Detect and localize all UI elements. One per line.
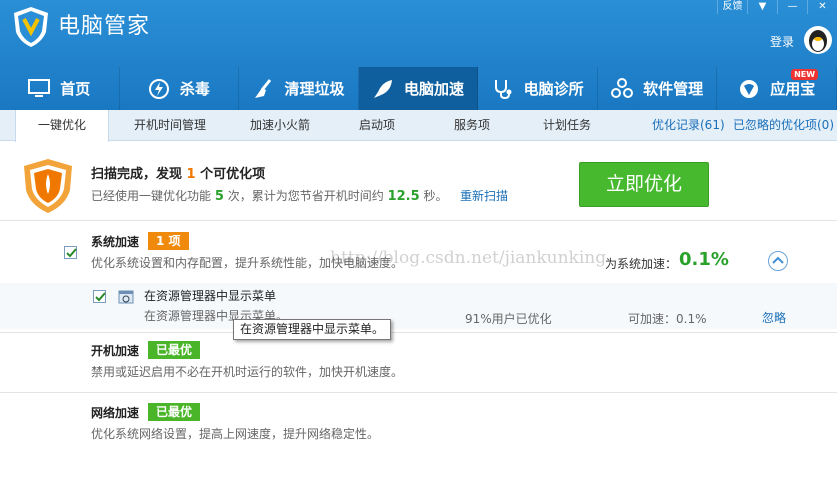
tab-software-label: 软件管理 [643, 80, 704, 98]
rocket-icon [374, 79, 393, 98]
tab-appstore[interactable]: 应用宝 NEW [717, 67, 837, 110]
rescan-link[interactable]: 重新扫描 [460, 187, 508, 204]
warning-shield-icon [24, 159, 72, 213]
app-title: 电脑管家 [58, 14, 151, 39]
seconds-saved: 12.5 [387, 189, 420, 204]
desc-part-3: 秒。 [423, 189, 448, 203]
lightning-icon [148, 78, 169, 99]
boot-accel-title: 开机加速 [91, 344, 140, 358]
times-used: 5 [214, 189, 224, 204]
monitor-icon [28, 78, 51, 97]
tooltip: 在资源管理器中显示菜单。 [233, 319, 392, 340]
tab-appstore-label: 应用宝 [770, 80, 816, 98]
boot-accel-badge: 已最优 [148, 341, 201, 359]
stethoscope-icon [494, 79, 512, 99]
desc-part-2: 次，累计为您节省开机时间约 [227, 189, 384, 203]
check-icon [66, 248, 77, 258]
minimize-button[interactable]: — [777, 0, 807, 14]
ignored-link[interactable]: 已忽略的优化项(0) [733, 110, 834, 141]
network-accel-desc: 优化系统网络设置，提高上网速度，提升网络稳定性。 [91, 427, 380, 441]
system-accel-label: 为系统加速： [605, 257, 678, 271]
scan-summary: 扫描完成，发现 1 个可优化项 已经使用一键优化功能 5 次，累计为您节省开机时… [0, 141, 837, 221]
subtab-boot-time[interactable]: 开机时间管理 [120, 110, 220, 141]
tab-antivirus-label: 杀毒 [179, 80, 210, 98]
tab-cleanup[interactable]: 清理垃圾 [239, 67, 359, 110]
main-tabs: 首页 杀毒 清理垃圾 电脑加速 电脑诊所 软件管理 应用宝 NEW [0, 67, 837, 110]
qq-penguin-icon [809, 30, 827, 52]
history-link[interactable]: 优化记录(61) [652, 110, 725, 141]
subtab-one-click[interactable]: 一键优化 [15, 110, 109, 142]
chevron-up-icon [772, 256, 784, 264]
tab-home-label: 首页 [60, 80, 91, 98]
issue-count: 1 [186, 167, 196, 182]
title-bar: 电脑管家 反馈 ▼ — ✕ 登录 首页 杀毒 清理垃圾 电脑加速 电脑诊所 软件… [0, 0, 837, 110]
tab-software[interactable]: 软件管理 [598, 67, 718, 110]
tab-cleanup-label: 清理垃圾 [284, 80, 345, 98]
system-accel-badge: 1 项 [148, 232, 189, 250]
check-icon [95, 292, 106, 302]
collapse-button[interactable] [768, 251, 788, 271]
feedback-button[interactable]: 反馈 [717, 0, 747, 14]
tab-speedup-label: 电脑加速 [404, 80, 465, 98]
optimize-now-button[interactable]: 立即优化 [579, 162, 709, 207]
subtab-rocket[interactable]: 加速小火箭 [233, 110, 327, 141]
subtab-startup[interactable]: 启动项 [340, 110, 414, 141]
shield-logo-icon [14, 7, 48, 47]
ignore-link[interactable]: 忽略 [762, 309, 786, 326]
skin-button[interactable]: ▼ [747, 0, 777, 14]
desc-part-1: 已经使用一键优化功能 [91, 189, 212, 203]
avatar[interactable] [804, 26, 832, 54]
network-accel-title: 网络加速 [91, 406, 140, 420]
system-accel-checkbox[interactable] [64, 246, 77, 259]
tab-speedup[interactable]: 电脑加速 [358, 67, 479, 110]
app-grid-icon [611, 77, 634, 98]
tab-home[interactable]: 首页 [0, 67, 120, 110]
item-checkbox[interactable] [93, 290, 106, 303]
tab-diagnosis-label: 电脑诊所 [523, 80, 584, 98]
item-title: 在资源管理器中显示菜单 [144, 289, 277, 303]
scan-result-description: 已经使用一键优化功能 5 次，累计为您节省开机时间约 12.5 秒。 [91, 187, 447, 204]
tab-diagnosis[interactable]: 电脑诊所 [478, 67, 598, 110]
window-controls: 反馈 ▼ — ✕ [717, 0, 837, 14]
scan-result-title: 扫描完成，发现 1 个可优化项 [91, 163, 265, 182]
system-accel-title: 系统加速 [91, 235, 140, 249]
scan-result-text: 扫描完成，发现 [91, 167, 183, 182]
system-accel-value: 0.1% [679, 249, 729, 270]
scan-result-suffix: 个可优化项 [200, 167, 266, 182]
item-users-optimized: 91%用户已优化 [465, 312, 552, 326]
login-link[interactable]: 登录 [770, 33, 794, 50]
tab-antivirus[interactable]: 杀毒 [120, 67, 240, 110]
item-gain: 可加速：0.1% [628, 312, 707, 326]
divider [0, 332, 837, 333]
subtab-services[interactable]: 服务项 [437, 110, 507, 141]
explorer-settings-icon [118, 290, 134, 304]
close-button[interactable]: ✕ [807, 0, 837, 14]
subtab-tasks[interactable]: 计划任务 [530, 110, 604, 141]
sub-navigation: 一键优化 开机时间管理 加速小火箭 启动项 服务项 计划任务 优化记录(61) … [0, 110, 837, 142]
new-badge: NEW [791, 69, 819, 80]
broom-icon [255, 78, 272, 98]
app-store-icon [740, 79, 759, 98]
divider [0, 392, 837, 393]
network-accel-badge: 已最优 [148, 403, 201, 421]
watermark: http://blog.csdn.net/jiankunking [330, 248, 607, 268]
boot-accel-desc: 禁用或延迟启用不必在开机时运行的软件，加快开机速度。 [91, 365, 404, 379]
